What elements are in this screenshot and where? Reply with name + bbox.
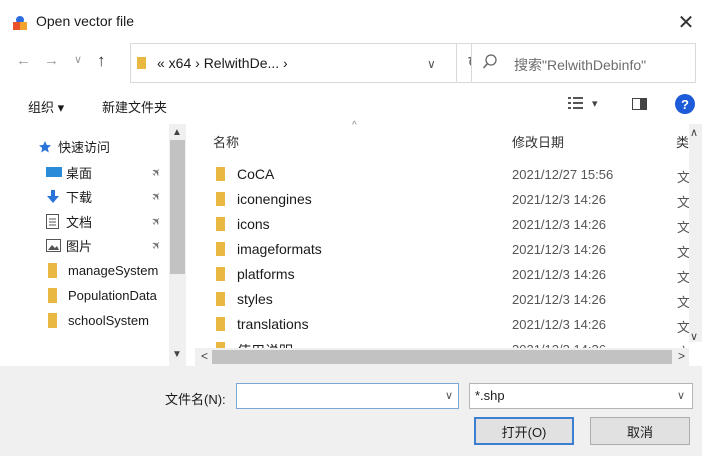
folder-icon [48,313,64,328]
sidebar-item-label: 图片 [66,239,93,254]
download-icon [46,189,62,204]
window-title: Open vector file [36,13,135,29]
folder-icon [216,317,225,331]
desktop-icon [46,166,62,179]
app-icon [13,16,27,30]
scroll-right-icon[interactable]: > [678,349,685,363]
sidebar-item-populationdata[interactable]: PopulationData [0,283,172,308]
up-button[interactable]: ↑ [97,51,106,71]
view-icon [568,97,583,109]
pin-icon: ✈ [149,214,165,230]
new-folder-button[interactable]: 新建文件夹 [102,97,167,116]
folder-icon [137,57,146,69]
horizontal-scrollbar-thumb[interactable] [212,350,672,364]
back-button[interactable]: ← [16,52,31,69]
column-header-name[interactable]: 名称 [213,132,239,151]
file-name: icons [237,216,270,232]
file-date: 2021/12/3 14:26 [512,292,606,307]
sort-indicator-icon: ^ [352,120,357,131]
chevron-down-icon: ∨ [677,390,686,402]
sidebar-item-label: manageSystem [68,263,159,278]
star-icon [38,140,54,154]
file-name: iconengines [237,191,312,207]
organize-menu-button[interactable]: 组织 ▾ [28,97,64,116]
sidebar-item-label: 快速访问 [58,140,111,155]
file-list-scrollbar[interactable] [689,124,702,342]
folder-icon [48,263,64,278]
close-button[interactable]: ✕ [672,8,700,36]
pin-icon: ✈ [149,189,165,205]
search-placeholder: 搜索"RelwithDebinfo" [514,57,647,73]
pin-icon: ✈ [149,238,165,254]
file-date: 2021/12/3 14:26 [512,192,606,207]
sidebar-item-下载[interactable]: 下载 ✈ [0,184,172,209]
column-header-row [195,124,702,154]
scroll-up-icon[interactable]: ▲ [172,127,182,138]
view-caret-icon: ▾ [592,97,598,110]
folder-icon [216,167,225,181]
navigation-pane: 快速访问桌面 ✈ 下载 ✈ 文档 ✈ 图片 ✈ manageSystem PopulationDa… [0,124,188,366]
address-dropdown-button[interactable]: ∨ [427,57,436,71]
cancel-button[interactable]: 取消 [590,417,690,445]
folder-icon [216,192,225,206]
open-button[interactable]: 打开(O) [474,417,574,445]
sidebar-item-schoolsystem[interactable]: schoolSystem [0,308,172,333]
folder-icon [48,288,64,303]
column-header-type[interactable]: 类 [676,132,689,151]
preview-pane-button[interactable] [632,98,647,110]
help-button[interactable]: ? [675,94,695,114]
file-date: 2021/12/27 15:56 [512,167,614,182]
sidebar-item-文档[interactable]: 文档 ✈ [0,209,172,234]
file-name: platforms [237,266,295,282]
sidebar-item-label: 桌面 [66,166,93,181]
file-date: 2021/12/3 14:26 [512,317,606,332]
sidebar-item-label: schoolSystem [68,313,149,328]
picture-icon [46,239,62,252]
file-type-value: *.shp [475,388,505,403]
breadcrumb[interactable]: « x64 › RelwithDe... › [157,55,288,71]
column-header-date[interactable]: 修改日期 [512,132,564,151]
file-name: CoCA [237,166,275,182]
file-name: styles [237,291,273,307]
file-name: imageformats [237,241,322,257]
filename-history-dropdown[interactable]: ∨ [445,389,453,402]
folder-icon [216,217,225,231]
file-date: 2021/12/3 14:26 [512,217,606,232]
file-date: 2021/12/3 14:26 [512,242,606,257]
scroll-down-icon[interactable]: ▼ [172,349,182,360]
search-icon [482,54,497,69]
sidebar-item-桌面[interactable]: 桌面 ✈ [0,160,172,185]
file-name: translations [237,316,309,332]
scroll-left-icon[interactable]: < [201,349,208,363]
filename-input[interactable] [236,383,459,409]
folder-icon [216,267,225,281]
pin-icon: ✈ [149,165,165,181]
recent-locations-button[interactable]: ∨ [74,53,82,66]
document-icon [46,214,62,229]
sidebar-item-label: 文档 [66,215,93,230]
close-icon: ✕ [677,11,695,34]
sidebar-item-managesystem[interactable]: manageSystem [0,258,172,283]
sidebar-item-label: 下载 [66,190,93,205]
forward-button[interactable]: → [44,52,59,69]
sidebar-item-图片[interactable]: 图片 ✈ [0,233,172,258]
file-date: 2021/12/3 14:26 [512,267,606,282]
nav-scrollbar-thumb[interactable] [170,140,185,274]
scroll-down-icon[interactable]: ∨ [690,330,698,343]
sidebar-item-快速访问[interactable]: 快速访问 [0,134,172,159]
folder-icon [216,292,225,306]
sidebar-item-label: PopulationData [68,288,157,303]
filename-label: 文件名(N): [165,392,226,407]
scroll-up-icon[interactable]: ∧ [690,126,698,139]
folder-icon [216,242,225,256]
change-view-button[interactable]: ▾ [568,96,598,110]
